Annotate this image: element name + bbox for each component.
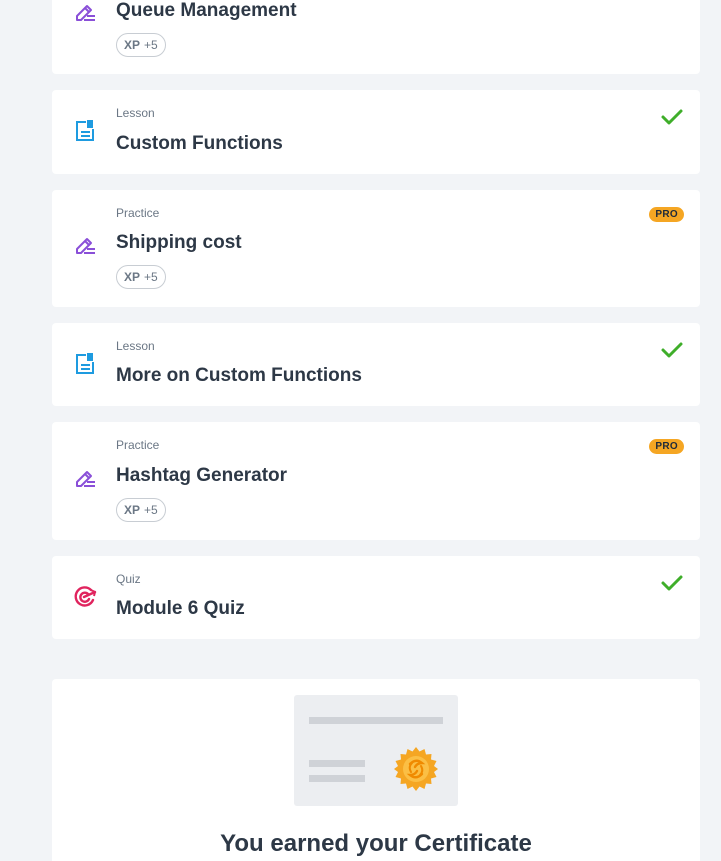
xp-badge: XP +5 xyxy=(116,498,166,522)
list-item-practice[interactable]: Practice Hashtag Generator XP +5 PRO xyxy=(52,422,700,540)
practice-pencil-icon xyxy=(76,238,95,254)
list-item-practice[interactable]: Practice Shipping cost XP +5 PRO xyxy=(52,190,700,307)
list-item-practice[interactable]: Queue Management XP +5 xyxy=(52,0,700,74)
check-icon xyxy=(661,109,683,125)
list-item-quiz[interactable]: Quiz Module 6 Quiz xyxy=(52,556,700,639)
list-item-lesson[interactable]: Lesson More on Custom Functions xyxy=(52,323,700,406)
item-title: Hashtag Generator xyxy=(116,465,288,486)
check-icon xyxy=(661,575,683,591)
lesson-document-icon xyxy=(76,353,94,374)
certificate-title: You earned your Certificate xyxy=(220,830,532,857)
xp-value: +5 xyxy=(144,503,158,517)
module-content: Queue Management XP +5 Lesson Custom Fun… xyxy=(0,0,721,861)
xp-label: XP xyxy=(124,38,141,52)
xp-value: +5 xyxy=(144,38,158,52)
xp-badge: XP +5 xyxy=(116,33,166,57)
xp-value: +5 xyxy=(144,270,158,284)
item-title: Shipping cost xyxy=(116,232,242,253)
pro-badge: PRO xyxy=(649,207,684,222)
pro-badge: PRO xyxy=(649,439,684,454)
certificate-line xyxy=(309,717,443,724)
quiz-target-icon xyxy=(74,586,97,607)
item-type: Lesson xyxy=(116,339,155,353)
check-icon xyxy=(661,342,683,358)
xp-badge: XP +5 xyxy=(116,265,166,289)
certificate-line xyxy=(309,760,365,767)
lesson-document-icon xyxy=(76,120,94,141)
item-title: Queue Management xyxy=(116,0,297,21)
xp-label: XP xyxy=(124,503,141,517)
item-title: More on Custom Functions xyxy=(116,365,362,386)
item-type: Practice xyxy=(116,206,160,220)
certificate-card: You earned your Certificate xyxy=(52,679,700,861)
item-title: Module 6 Quiz xyxy=(116,598,245,619)
practice-pencil-icon xyxy=(76,471,95,487)
certificate-line xyxy=(309,775,365,782)
list-item-lesson[interactable]: Lesson Custom Functions xyxy=(52,90,700,174)
xp-label: XP xyxy=(124,270,141,284)
certificate-seal-icon xyxy=(394,747,438,791)
practice-pencil-icon xyxy=(76,5,95,21)
item-title: Custom Functions xyxy=(116,133,283,154)
item-type: Quiz xyxy=(116,572,141,586)
item-type: Practice xyxy=(116,438,160,452)
certificate-illustration xyxy=(294,695,458,806)
item-type: Lesson xyxy=(116,106,155,120)
